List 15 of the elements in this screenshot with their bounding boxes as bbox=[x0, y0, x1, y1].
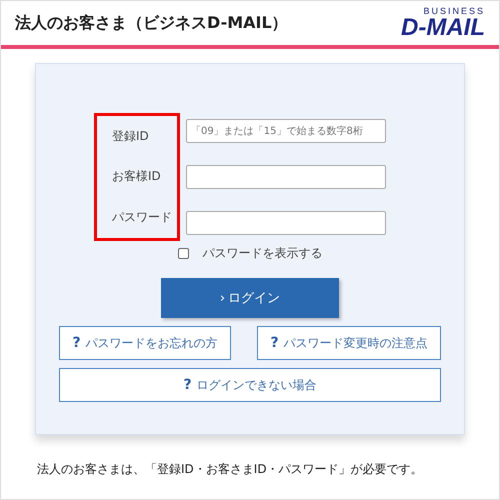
page-title: 法人のお客さま（ビジネスD-MAIL） bbox=[15, 12, 288, 34]
help-button[interactable]: ? ログインできない場合 bbox=[59, 368, 441, 402]
field-label: パスワード bbox=[112, 209, 173, 226]
input-field[interactable] bbox=[186, 211, 386, 235]
checkbox-label: パスワードを表示する bbox=[202, 245, 322, 262]
logo: BUSINESS D-MAIL bbox=[401, 6, 485, 40]
help-button[interactable]: ? パスワード変更時の注意点 bbox=[257, 326, 441, 360]
note-text: 法人のお客さまは、「登録ID・お客さまID・パスワード」が必要です。 bbox=[37, 461, 424, 478]
input-field[interactable]: 「09」または「15」で始まる数字8桁 bbox=[186, 119, 386, 143]
input-field[interactable] bbox=[186, 165, 386, 189]
login-button[interactable]: › ログイン bbox=[161, 278, 339, 318]
checkbox[interactable] bbox=[178, 248, 188, 259]
field-label: お客様ID bbox=[112, 168, 162, 186]
field-label: 登録ID bbox=[112, 128, 150, 145]
help-button[interactable]: ? パスワードをお忘れの方 bbox=[59, 326, 231, 360]
